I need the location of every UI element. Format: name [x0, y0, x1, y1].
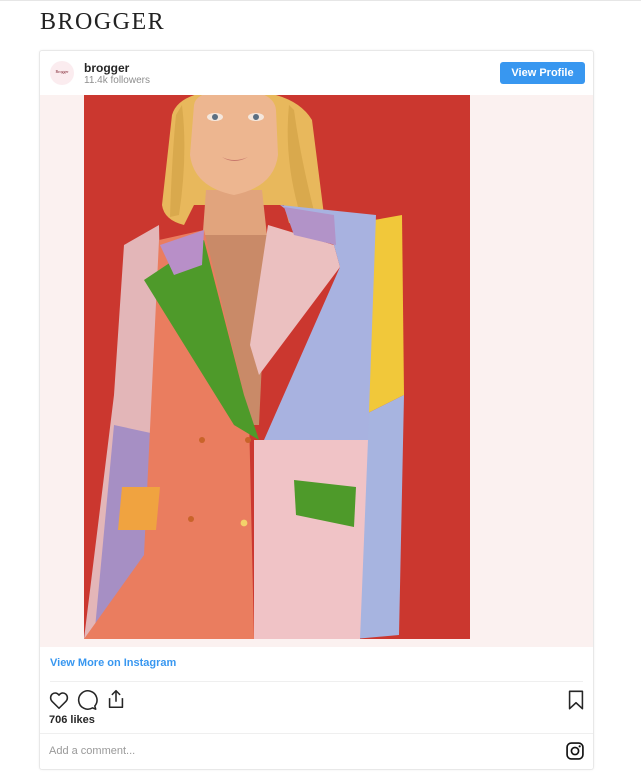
view-profile-button[interactable]: View Profile — [500, 62, 585, 84]
avatar-logo-text: Brogger — [55, 69, 69, 74]
heart-icon[interactable] — [48, 689, 70, 711]
comment-icon[interactable] — [76, 689, 98, 711]
likes-count: 706 likes — [49, 714, 95, 726]
divider — [40, 733, 593, 734]
instagram-post-card: Brogger brogger 11.4k followers View Pro… — [39, 50, 594, 770]
bookmark-icon[interactable] — [565, 689, 587, 711]
divider — [50, 681, 583, 682]
post-media[interactable] — [40, 95, 593, 647]
top-divider — [0, 0, 641, 1]
post-photo — [84, 95, 470, 639]
site-logo[interactable]: BROGGER — [40, 9, 165, 36]
post-header: Brogger brogger 11.4k followers View Pro… — [40, 51, 593, 95]
share-icon[interactable] — [105, 688, 127, 710]
comment-input[interactable]: Add a comment... — [49, 745, 135, 757]
username[interactable]: brogger — [84, 61, 129, 75]
followers-count: 11.4k followers — [84, 75, 150, 86]
view-more-link[interactable]: View More on Instagram — [50, 657, 176, 669]
instagram-icon[interactable] — [565, 741, 585, 761]
avatar[interactable]: Brogger — [50, 61, 74, 85]
